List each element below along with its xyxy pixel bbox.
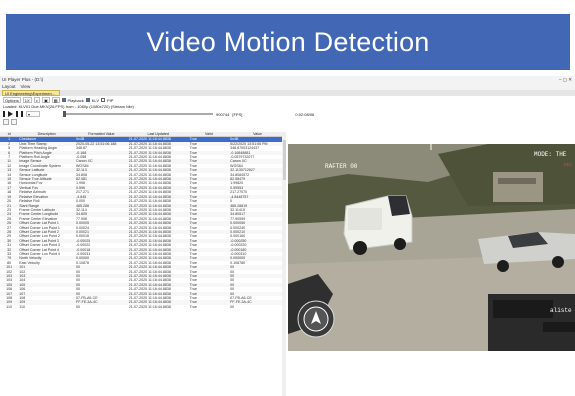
- play-icon[interactable]: [8, 111, 13, 117]
- window-titlebar: UI Player Plus - (D:\) – ▢ ✕: [0, 76, 575, 83]
- time-label: 0:02:08/06: [295, 111, 315, 117]
- grid-icon[interactable]: ▦: [51, 97, 60, 103]
- banner-title: Video Motion Detection: [146, 26, 430, 57]
- window-controls[interactable]: – ▢ ✕: [559, 76, 575, 83]
- table-cell: 00: [230, 304, 235, 309]
- options-button[interactable]: Options: [3, 97, 21, 103]
- table-cell: 110: [19, 304, 25, 309]
- image-icon[interactable]: ▣: [41, 97, 50, 103]
- timeline-thumb[interactable]: [63, 111, 66, 117]
- rate-button[interactable]: 1X: [22, 97, 32, 103]
- overlay-rec: REC: [564, 162, 572, 168]
- klv-checkbox[interactable]: [85, 98, 90, 102]
- overlay-top-left: RAFTER 00: [325, 163, 358, 170]
- menu-item-view[interactable]: View: [21, 83, 31, 90]
- overlay-bottom-right: aliste: [550, 307, 572, 314]
- zoom-icon[interactable]: ⌕: [33, 97, 40, 103]
- title-banner: Video Motion Detection: [6, 14, 570, 70]
- table-cell: 110: [6, 304, 12, 309]
- table-cell: True: [189, 304, 197, 309]
- frame-counter: 900744: [216, 111, 230, 117]
- speed-dropdown[interactable]: ▾: [26, 111, 40, 117]
- skip-back-icon[interactable]: [3, 111, 5, 117]
- menu-item-layout[interactable]: Layout: [2, 83, 16, 90]
- table-body: 1 Checksum 0x4B 21-07-2020 11:16:44.8838 Tru…: [0, 136, 286, 309]
- playback-controls: ▾ 900744 [FPS] 0:02:08/06: [0, 110, 575, 118]
- table-row[interactable]: 26 Offset Corner Lat Point 1 0.00005 21-07-…: [0, 221, 286, 226]
- pip-label: PIP: [107, 97, 114, 103]
- tab-strip: UI Engineering\Experimen...: [0, 90, 575, 96]
- table-filter-icon[interactable]: [11, 119, 17, 125]
- overlay-top-right: MODE: THE: [534, 151, 567, 158]
- stop-icon[interactable]: [21, 111, 23, 117]
- scrollbar-grip[interactable]: [282, 140, 286, 180]
- klv-table: Id Description Formatted Value Last Upda…: [0, 132, 286, 396]
- table-row[interactable]: 13 Sensor Latitude 32.113 21-07-2020 11:16:…: [0, 168, 286, 173]
- table-row[interactable]: 5 Platform Heading Angle 348.87 21-07-2020 …: [0, 146, 286, 150]
- fps-label: [FPS]: [232, 111, 243, 117]
- table-cell: 21-07-2020 11:16:44.8838: [128, 304, 171, 309]
- timeline-slider[interactable]: [63, 111, 213, 117]
- menu-bar: Layout View: [0, 83, 575, 90]
- table-settings-icon[interactable]: [3, 119, 9, 125]
- playback-label: Playback: [67, 97, 84, 103]
- pause-icon[interactable]: [16, 111, 18, 117]
- main-toolbar: Options 1X ⌕ ▣ ▦ Playback KLV PIP: [0, 96, 575, 104]
- pip-checkbox[interactable]: [101, 98, 106, 102]
- video-scene: RAFTER 00 MODE: THE REC aliste: [288, 144, 575, 351]
- playback-checkbox[interactable]: [61, 98, 66, 102]
- video-frame[interactable]: RAFTER 00 MODE: THE REC aliste: [288, 144, 575, 351]
- table-cell: 00: [76, 304, 81, 309]
- klv-label: KLV: [91, 97, 100, 103]
- table-toolbar: [0, 118, 575, 126]
- window-title: UI Player Plus - (D:\): [2, 77, 44, 82]
- table-scrollbar[interactable]: [282, 136, 286, 396]
- app-screenshot: UI Player Plus - (D:\) – ▢ ✕ Layout View…: [0, 76, 575, 396]
- table-row[interactable]: 110 110 00 21-07-2020 11:16:44.8838 True 00: [0, 305, 286, 309]
- tab-engineering[interactable]: UI Engineering\Experimen...: [2, 90, 60, 96]
- table-row[interactable]: 31 Offset Corner Lon Point 3 -0.00022 21-07…: [0, 243, 286, 247]
